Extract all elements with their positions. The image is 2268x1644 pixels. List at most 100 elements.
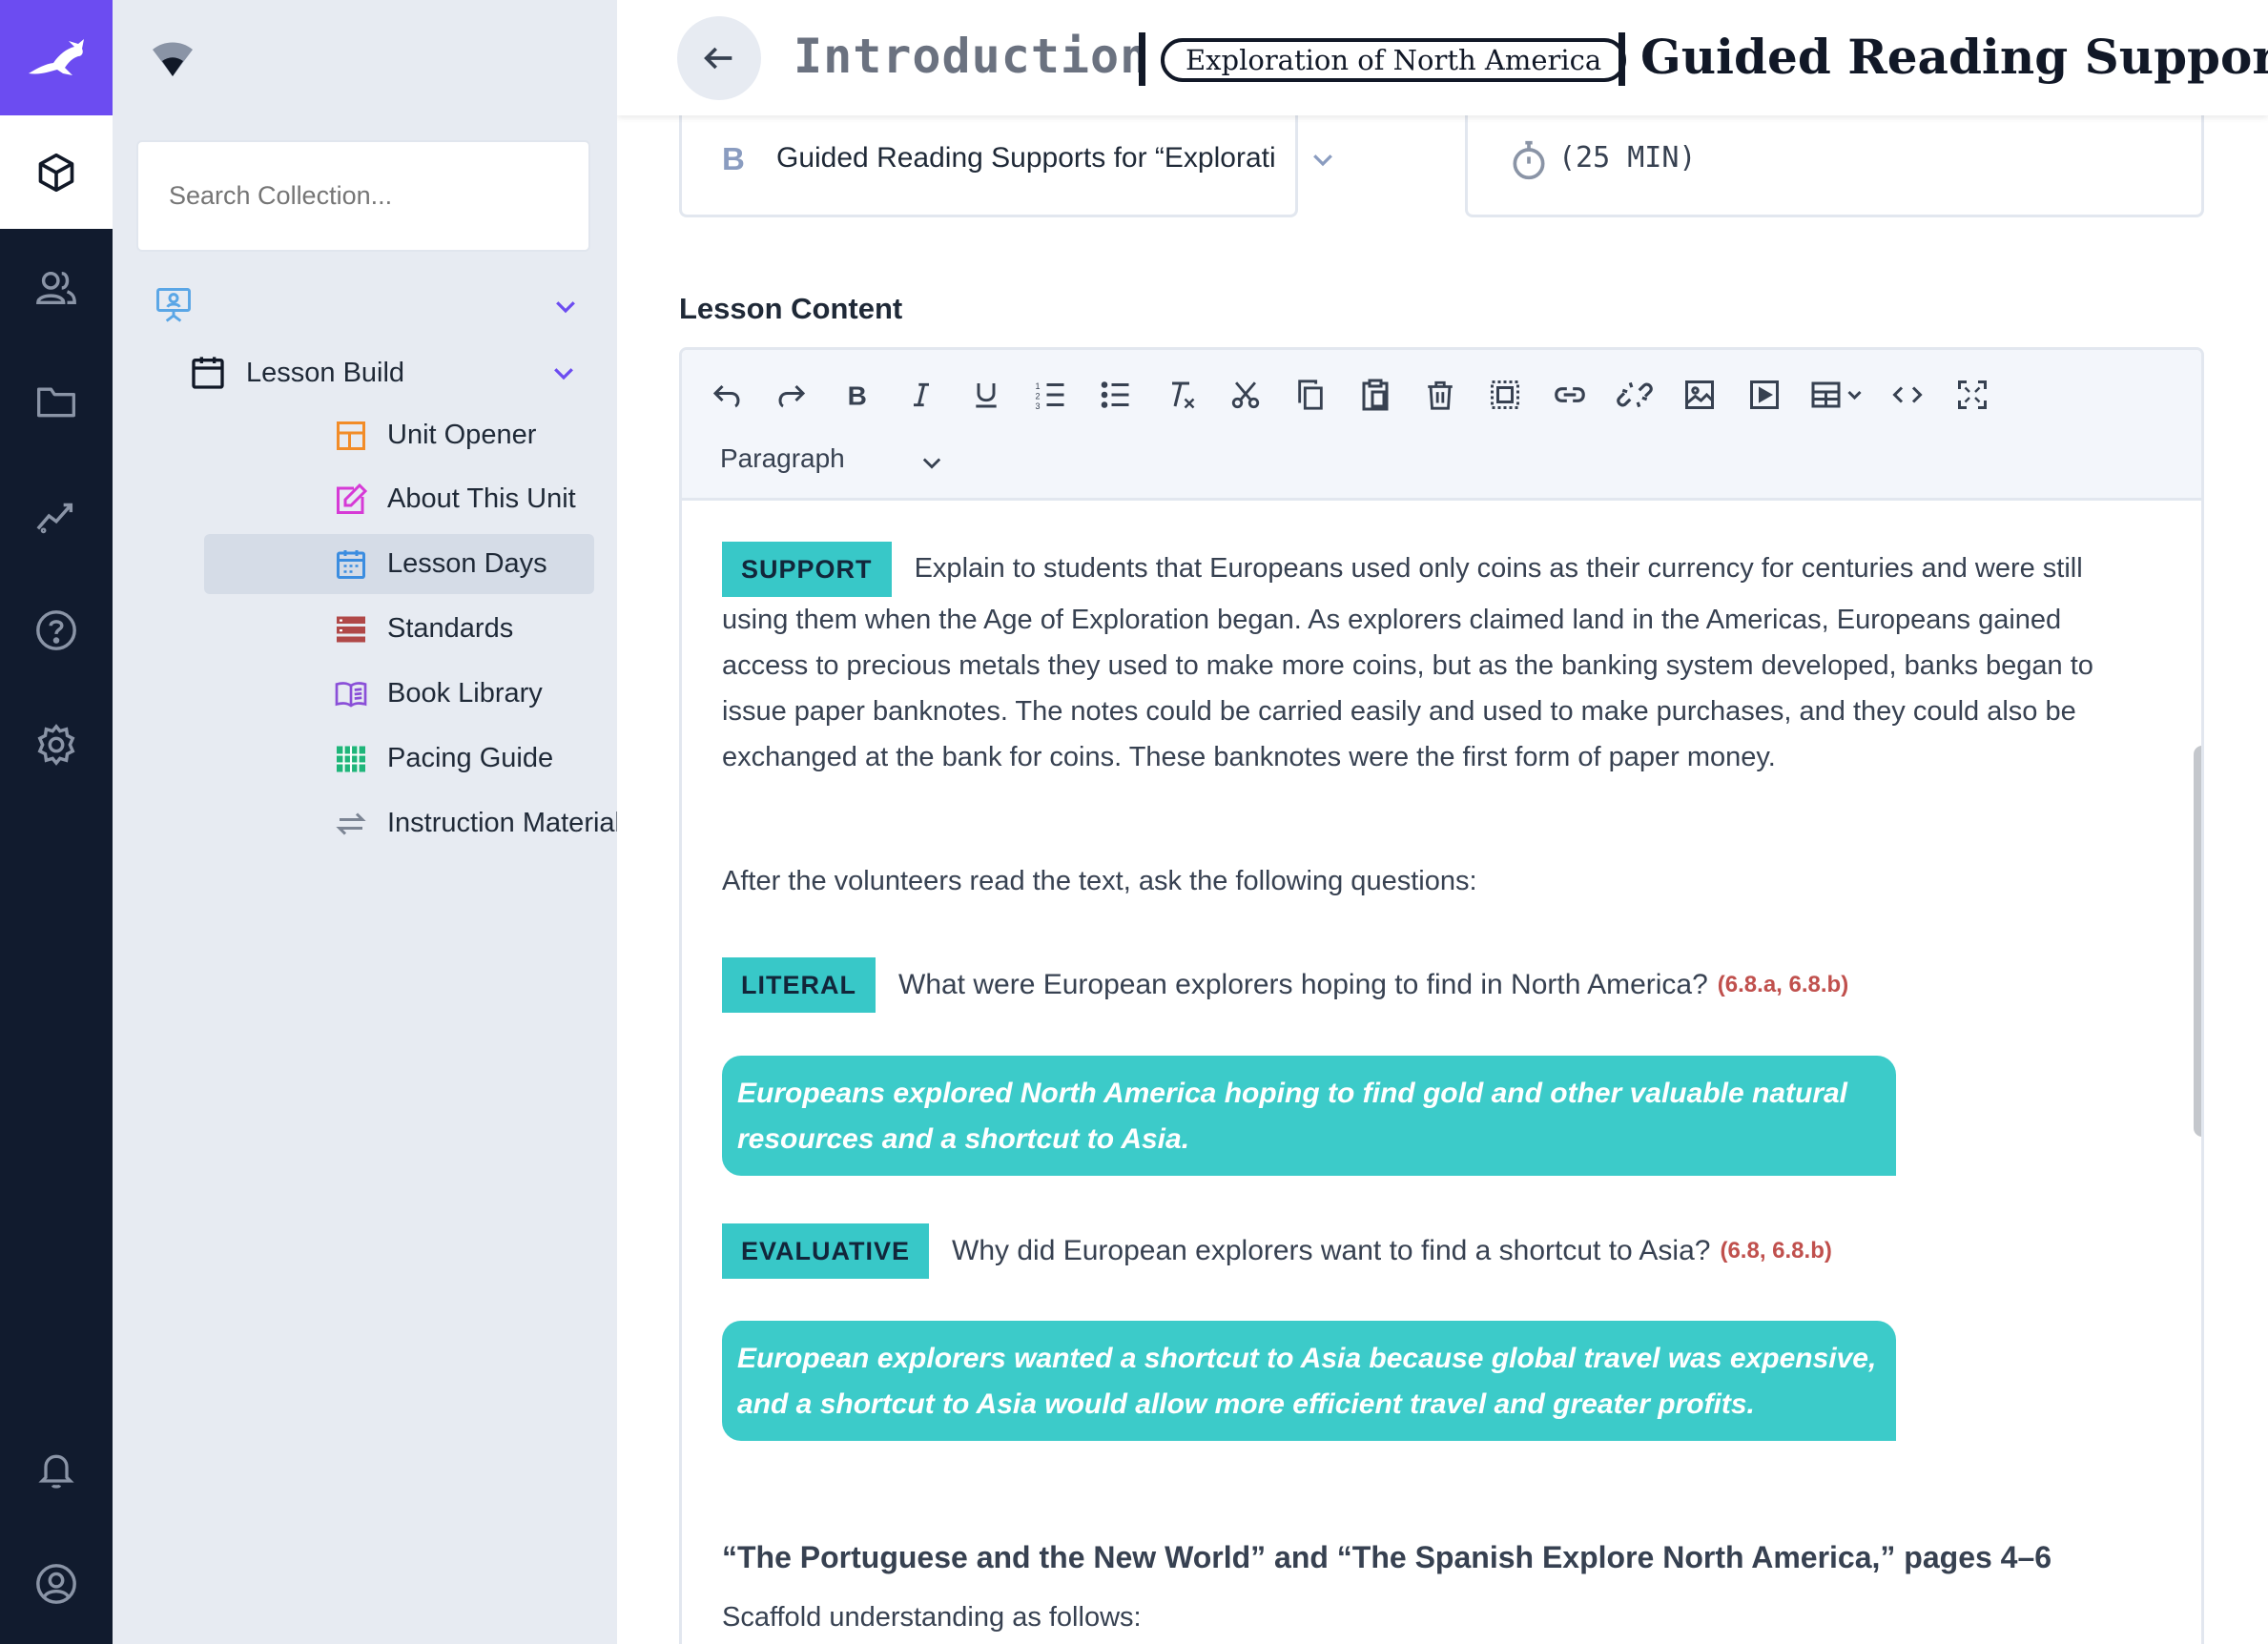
duration-value: (25 MIN) [1558, 141, 1697, 175]
question-text: Why did European explorers want to find … [952, 1235, 1711, 1266]
page-title: Guided Reading Supports for “Exploration… [1640, 29, 2268, 85]
underline-icon [976, 383, 997, 408]
rail-users-button[interactable] [0, 231, 113, 344]
copy-icon [1298, 380, 1323, 410]
table-button[interactable] [1807, 371, 1870, 419]
paste-button[interactable] [1351, 371, 1399, 419]
chevron-down-icon[interactable] [551, 292, 580, 320]
header-divider [1139, 32, 1145, 86]
cut-button[interactable] [1222, 371, 1269, 419]
section-select-card[interactable]: B Guided Reading Supports for “Explorati [679, 110, 1298, 217]
evaluative-tag: EVALUATIVE [722, 1223, 930, 1279]
redo-button[interactable] [768, 371, 815, 419]
tree-item-lesson-days[interactable]: Lesson Days [204, 534, 594, 594]
tree-item-pacing-guide[interactable]: Pacing Guide [204, 729, 594, 789]
app-logo[interactable] [0, 0, 113, 115]
calendar-icon [192, 357, 224, 389]
paste-icon [1362, 379, 1389, 411]
section-name: Introduction [794, 29, 1150, 84]
swap-icon [336, 812, 366, 835]
italic-icon [914, 382, 929, 407]
rail-settings-button[interactable] [0, 688, 113, 801]
literal-tag: LITERAL [722, 957, 876, 1013]
ordered-list-icon: 123 [1036, 381, 1064, 411]
users-icon [36, 271, 76, 304]
tree-item-label: Instruction Materials [387, 808, 635, 838]
unlink-icon [1617, 381, 1653, 408]
account-icon [36, 1563, 76, 1604]
edit-icon [337, 483, 368, 514]
unit-pill[interactable]: Exploration of North America [1161, 38, 1627, 82]
fullscreen-button[interactable] [1948, 371, 1996, 419]
rail-account-button[interactable] [0, 1527, 113, 1640]
tree-item-about-this-unit[interactable]: About This Unit [204, 469, 594, 529]
editor-scrollbar[interactable] [2194, 746, 2201, 1137]
chevron-down-icon[interactable] [549, 359, 578, 387]
clear-format-button[interactable] [1157, 371, 1205, 419]
search-collection-input[interactable] [136, 140, 590, 252]
scaffold-text: Scaffold understanding as follows: [722, 1602, 1142, 1633]
rail-notifications-button[interactable] [0, 1413, 113, 1527]
wifi-icon [153, 42, 193, 76]
support-tag: SUPPORT [722, 542, 892, 597]
video-button[interactable] [1741, 371, 1788, 419]
copy-button[interactable] [1287, 371, 1334, 419]
bell-icon [38, 1454, 74, 1489]
italic-button[interactable] [897, 371, 945, 419]
answer-literal: Europeans explored North America hoping … [722, 1056, 1896, 1176]
ordered-list-button[interactable]: 123 [1027, 371, 1075, 419]
folder-icon [37, 387, 75, 417]
answer-evaluative: European explorers wanted a shortcut to … [722, 1321, 1896, 1441]
link-button[interactable] [1546, 371, 1594, 419]
rail-analytics-button[interactable] [0, 459, 113, 572]
code-icon [1892, 386, 1923, 403]
image-button[interactable] [1676, 371, 1723, 419]
trash-icon [1428, 380, 1453, 410]
underline-button[interactable] [962, 371, 1010, 419]
bullet-list-button[interactable] [1092, 371, 1140, 419]
tree-item-unit-opener[interactable]: Unit Opener [204, 405, 594, 465]
question-literal: LITERAL What were European explorers hop… [722, 957, 1848, 1013]
panel-top-strip [113, 0, 617, 115]
collection-tree-root[interactable] [153, 284, 591, 328]
standard-code[interactable]: (6.8.a, 6.8.b) [1718, 972, 1848, 998]
undo-button[interactable] [703, 371, 751, 419]
chevron-down-icon[interactable] [918, 449, 945, 476]
tree-item-standards[interactable]: Standards [204, 599, 594, 659]
reading-heading: “The Portuguese and the New World” and “… [722, 1540, 2052, 1574]
header-divider [1619, 32, 1625, 86]
delete-button[interactable] [1416, 371, 1464, 419]
section-select-value: Guided Reading Supports for “Explorati [776, 142, 1276, 174]
paragraph-style-select[interactable]: Paragraph [720, 443, 845, 474]
rail-folder-button[interactable] [0, 344, 113, 458]
tree-item-instruction-materials[interactable]: Instruction Materials [204, 793, 635, 853]
bold-button[interactable]: B [833, 371, 880, 419]
tree-lesson-build-label: Lesson Build [246, 357, 405, 388]
question-text: What were European explorers hoping to f… [898, 969, 1708, 1000]
stopwatch-icon [1513, 140, 1545, 180]
section-letter: B [722, 141, 745, 176]
undo-icon [712, 384, 740, 408]
arrow-left-icon [704, 47, 732, 70]
support-paragraph: SUPPORT Explain to students that Europea… [722, 542, 2114, 780]
standard-code[interactable]: (6.8, 6.8.b) [1720, 1238, 1831, 1264]
unlink-button[interactable] [1611, 371, 1659, 419]
section-select-chevron-down-icon[interactable] [1309, 145, 1337, 174]
back-button[interactable] [677, 16, 761, 100]
tree-item-book-library[interactable]: Book Library [204, 664, 594, 724]
select-all-button[interactable] [1481, 371, 1529, 419]
table-icon [1811, 381, 1862, 408]
bold-icon: B [848, 381, 867, 410]
rail-help-button[interactable] [0, 573, 113, 687]
cut-icon [1231, 381, 1260, 409]
code-button[interactable] [1884, 371, 1931, 419]
layout-icon [337, 421, 365, 450]
tree-item-label: Unit Opener [387, 420, 537, 450]
svg-text:B: B [848, 381, 867, 410]
rail-collection-button[interactable] [0, 115, 113, 229]
analytics-icon [36, 503, 73, 533]
editor-content[interactable]: SUPPORT Explain to students that Europea… [682, 503, 2201, 1644]
tree-lesson-build[interactable]: Lesson Build [189, 349, 589, 397]
fullscreen-icon [1958, 380, 1987, 409]
link-icon [1555, 387, 1585, 402]
